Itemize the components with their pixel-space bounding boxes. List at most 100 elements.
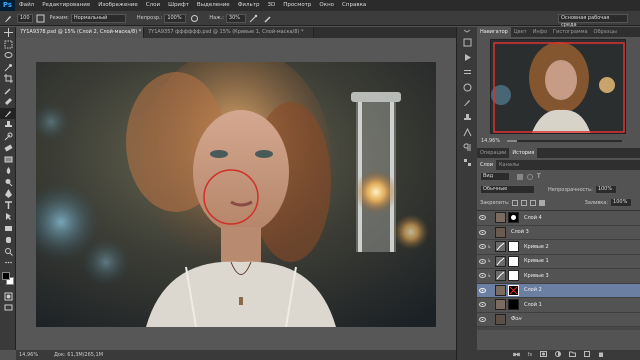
tab-document-2[interactable]: 7Y1A9357 фффффф.psd @ 15% (Кривые 1, Сло… [144,27,314,38]
layer-mask-thumbnail[interactable] [508,212,519,224]
path-select-tool-icon[interactable] [0,211,16,223]
airbrush-icon[interactable] [249,13,259,23]
filter-adjustment-icon[interactable] [527,173,533,180]
properties-panel-icon[interactable] [457,65,478,80]
layer-row[interactable]: ↳ Кривые 3 [477,269,640,284]
brush-panel-icon[interactable] [457,95,478,110]
curves-adjustment-icon[interactable] [495,270,506,282]
layer-opacity-field[interactable]: 100% [594,185,617,194]
layer-row[interactable]: Слой 1 [477,298,640,313]
eyedropper-tool-icon[interactable] [0,85,16,97]
layer-row[interactable]: ↳ Кривые 2 [477,240,640,255]
strip-collapse-icon[interactable] [457,27,478,35]
visibility-eye-icon[interactable] [477,316,487,322]
filter-type-icon[interactable]: T [537,173,541,180]
menu-help[interactable]: Справка [338,0,370,11]
tab-actions[interactable]: Операции [477,148,509,158]
filter-pixel-icon[interactable] [517,173,523,180]
delete-layer-icon[interactable] [598,351,604,359]
layer-row[interactable]: ↳ Кривые 1 [477,254,640,269]
layer-kind-select[interactable]: Вид [480,172,510,181]
color-swatches[interactable] [0,269,15,291]
layer-row-selected[interactable]: Слой 2 [477,283,640,298]
visibility-eye-icon[interactable] [477,273,487,279]
hand-tool-icon[interactable] [0,234,16,246]
visibility-eye-icon[interactable] [477,229,487,235]
visibility-eye-icon[interactable] [477,258,487,264]
visibility-eye-icon[interactable] [477,302,487,308]
status-zoom[interactable]: 14,96% [16,350,54,360]
pressure-opacity-icon[interactable] [189,13,199,23]
styles-panel-icon[interactable] [457,155,478,170]
layer-mask-thumbnail[interactable] [508,255,519,267]
crop-tool-icon[interactable] [0,73,16,85]
screen-mode-icon[interactable] [0,302,16,314]
marquee-tool-icon[interactable] [0,39,16,51]
tab-document-1[interactable]: 7Y1A9378.psd @ 15% (Слой 2, Слой-маска/8… [16,27,144,38]
menu-view[interactable]: Просмотр [279,0,315,11]
tab-layers[interactable]: Слои [477,160,496,170]
layer-row[interactable]: Слой 3 [477,225,640,240]
character-panel-icon[interactable] [457,125,478,140]
paragraph-panel-icon[interactable] [457,140,478,155]
history-panel-icon[interactable] [457,35,478,50]
new-layer-icon[interactable] [584,351,591,359]
brush-panel-icon[interactable] [36,13,46,23]
menu-window[interactable]: Окно [315,0,338,11]
menu-filter[interactable]: Фильтр [234,0,264,11]
menu-layers[interactable]: Слои [142,0,164,11]
blend-mode-select[interactable]: Обычные [480,185,535,194]
clone-stamp-tool-icon[interactable] [0,119,16,131]
actions-panel-icon[interactable] [457,50,478,65]
tab-channels[interactable]: Каналы [496,160,522,170]
mode-select[interactable]: Нормальный [70,13,126,23]
workspace-select[interactable]: Основная рабочая среда [558,14,628,28]
tab-swatches[interactable]: Образцы [591,27,620,37]
menu-image[interactable]: Изображение [94,0,142,11]
new-group-icon[interactable] [569,351,577,359]
clone-source-panel-icon[interactable] [457,110,478,125]
layer-row[interactable]: Слой 4 [477,211,640,226]
visibility-eye-icon[interactable] [477,215,487,221]
blur-tool-icon[interactable] [0,165,16,177]
menu-select[interactable]: Выделение [193,0,234,11]
lasso-tool-icon[interactable] [0,50,16,62]
foreground-color-swatch[interactable] [2,271,10,280]
layer-row[interactable]: Фон [477,312,640,327]
pen-tool-icon[interactable] [0,188,16,200]
brush-size-picker[interactable]: 100 [17,13,33,23]
curves-adjustment-icon[interactable] [495,255,506,267]
add-mask-icon[interactable] [540,351,548,359]
lock-transparent-icon[interactable] [511,199,518,206]
tablet-pressure-icon[interactable] [263,13,273,23]
tab-history[interactable]: История [509,148,538,158]
tab-histogram[interactable]: Гистограмма [550,27,591,37]
menu-type[interactable]: Шрифт [164,0,193,11]
healing-brush-tool-icon[interactable] [0,96,16,108]
navigator-thumbnail[interactable] [490,39,626,134]
navigator-zoom-slider[interactable] [507,140,622,142]
lock-all-icon[interactable] [538,199,545,206]
menu-3d[interactable]: 3D [263,0,279,11]
info-panel-icon[interactable] [457,80,478,95]
tab-info[interactable]: Инфо [530,27,550,37]
quick-select-tool-icon[interactable] [0,62,16,74]
pressure-field[interactable]: 30% [225,13,246,23]
lock-position-icon[interactable] [529,199,536,206]
layer-mask-thumbnail[interactable] [508,284,519,296]
fill-field[interactable]: 100% [610,198,633,207]
link-layers-icon[interactable] [512,352,520,359]
gradient-tool-icon[interactable] [0,154,16,166]
canvas-image[interactable] [36,62,436,327]
menu-edit[interactable]: Редактирование [38,0,94,11]
layer-mask-thumbnail[interactable] [508,299,519,311]
type-tool-icon[interactable] [0,200,16,212]
layer-mask-thumbnail[interactable] [508,270,519,282]
adjustment-layer-icon[interactable] [555,351,562,359]
opacity-field[interactable]: 100% [164,13,187,23]
layer-style-icon[interactable]: fx [528,352,533,358]
menu-file[interactable]: Файл [15,0,38,11]
eraser-tool-icon[interactable] [0,142,16,154]
edit-toolbar-icon[interactable] [0,257,16,269]
brush-tool-icon[interactable] [0,107,16,119]
